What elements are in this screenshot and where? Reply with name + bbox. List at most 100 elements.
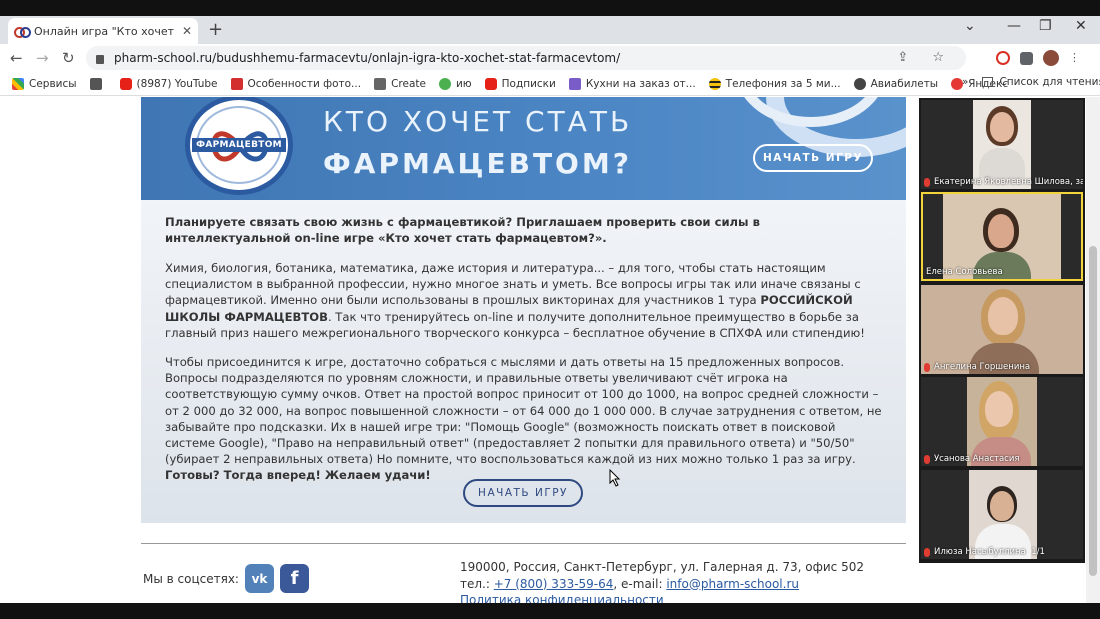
bookmark-item[interactable]: Кухни на заказ от... [568, 77, 696, 90]
participant-name: Елена Соловьева [926, 267, 1003, 277]
mouse-cursor-icon [609, 469, 621, 487]
reading-list-label: Список для чтения [999, 76, 1100, 88]
bookmark-item[interactable]: ию [438, 77, 472, 90]
bookmark-item[interactable]: Телефония за 5 ми... [708, 77, 841, 90]
address-bar-row: ← → ↻ pharm-school.ru/budushhemu-farmace… [0, 44, 1100, 72]
hero-title-line1: КТО ХОЧЕТ СТАТЬ [323, 105, 633, 138]
hero-title: КТО ХОЧЕТ СТАТЬ ФАРМАЦЕВТОМ? [323, 101, 632, 185]
profile-avatar[interactable] [1043, 50, 1059, 66]
extension-icons: ⋮ [996, 50, 1080, 66]
more-bookmarks-icon[interactable]: » [962, 76, 968, 88]
browser-menu-icon[interactable]: ⋮ [1069, 50, 1080, 66]
muted-mic-icon [924, 454, 930, 464]
globe-icon [853, 77, 866, 90]
email-label: , e-mail: [613, 576, 667, 591]
participant-tile[interactable]: Ангелина Горшенина [921, 285, 1083, 374]
bookmark-item[interactable]: Сервисы [12, 77, 77, 90]
participant-tile-active-speaker[interactable]: Елена Соловьева [921, 192, 1083, 281]
site-logo: ФАРМАЦЕВТОМ [185, 97, 293, 195]
footer-contacts: 190000, Россия, Санкт-Петербург, ул. Гал… [460, 559, 864, 603]
social-links: Мы в соцсетях: vk f [143, 564, 309, 593]
bookmark-label: Особенности фото... [247, 77, 362, 90]
start-game-button-top[interactable]: НАЧАТЬ ИГРУ [753, 144, 873, 172]
extension-shield-icon[interactable] [996, 51, 1010, 65]
social-label: Мы в соцсетях: [143, 571, 239, 586]
forward-button[interactable]: → [36, 49, 49, 67]
participant-video [967, 377, 1037, 466]
tab-close-icon[interactable]: ✕ [182, 24, 192, 38]
new-tab-button[interactable]: + [208, 19, 223, 40]
hero-banner: ФАРМАЦЕВТОМ КТО ХОЧЕТ СТАТЬ ФАРМАЦЕВТОМ?… [141, 97, 906, 200]
logo-text: ФАРМАЦЕВТОМ [192, 138, 286, 152]
text-span: Химия, биология, ботаника, математика, д… [165, 261, 861, 308]
bookmark-page-icon [89, 77, 102, 90]
reading-list[interactable]: » Список для чтения [962, 76, 1100, 88]
bookmark-label: ию [455, 77, 472, 90]
privacy-policy-link[interactable]: Политика конфиденциальности [460, 593, 664, 603]
name-text: Ангелина Горшенина [934, 362, 1031, 372]
bookmark-label: (8987) YouTube [136, 77, 218, 90]
close-window-button[interactable]: ✕ [1075, 18, 1087, 34]
page-scrollbar-thumb[interactable] [1089, 246, 1097, 576]
bookmark-item[interactable] [89, 77, 107, 90]
check-site-icon [438, 77, 451, 90]
extensions-puzzle-icon[interactable] [1020, 51, 1033, 65]
bookmark-label: Create [391, 77, 426, 90]
bookmark-label: Телефония за 5 ми... [725, 77, 841, 90]
participant-tile[interactable]: Екатерина Яковлевна Шилова, за... [921, 100, 1083, 189]
name-text: Екатерина Яковлевна Шилова, за... [934, 177, 1083, 187]
phone-link[interactable]: +7 (800) 333-59-64 [494, 577, 614, 591]
bookmark-item[interactable]: Подписки [484, 77, 556, 90]
browser-tab[interactable]: Онлайн игра "Кто хочет стать ф ✕ [8, 18, 198, 44]
bookmark-label: Авиабилеты [870, 77, 939, 90]
participant-video [973, 100, 1031, 189]
reload-button[interactable]: ↻ [62, 49, 75, 67]
participant-face [985, 391, 1013, 427]
participant-face [988, 214, 1014, 248]
name-text: Елена Соловьева [926, 267, 1003, 277]
participant-tile[interactable]: Илюза Насыбуллина 1/1 [921, 470, 1083, 559]
email-link[interactable]: info@pharm-school.ru [666, 577, 799, 591]
top-black-bar [0, 0, 1100, 16]
participants-page-indicator[interactable]: 1/1 [1031, 547, 1045, 557]
start-game-button[interactable]: НАЧАТЬ ИГРУ [463, 479, 583, 507]
bookmark-item[interactable]: (8987) YouTube [119, 77, 218, 90]
intro-paragraph: Планируете связать свою жизнь с фармацев… [165, 215, 760, 246]
tab-search-dropdown-icon[interactable]: ⌄ [964, 18, 976, 34]
rules-paragraph: Чтобы присоединится к игре, достаточно с… [165, 354, 885, 484]
participant-video [969, 470, 1037, 559]
text-span: Чтобы присоединится к игре, достаточно с… [165, 355, 882, 467]
minimize-button[interactable]: — [1007, 18, 1021, 34]
bookmark-item[interactable]: Create [374, 77, 426, 90]
participant-name: Усанова Анастасия [924, 454, 1019, 464]
share-and-bookmark-icons[interactable]: ⇪ ☆ [897, 50, 954, 65]
description-paragraph: Химия, биология, ботаника, математика, д… [165, 260, 885, 341]
footer-address: 190000, Россия, Санкт-Петербург, ул. Гал… [460, 560, 864, 574]
game-description: Планируете связать свою жизнь с фармацев… [141, 200, 906, 523]
create-icon [374, 77, 387, 90]
url-input[interactable]: pharm-school.ru/budushhemu-farmacevtu/on… [86, 46, 966, 70]
reading-list-icon [982, 77, 994, 87]
site-favicon-icon [14, 26, 31, 38]
participant-name: Илюза Насыбуллина 1/1 [924, 547, 1045, 557]
name-text: Усанова Анастасия [934, 454, 1020, 464]
restore-button[interactable]: ❐ [1039, 18, 1052, 34]
kitchen-site-icon [568, 77, 581, 90]
lock-icon[interactable] [96, 54, 104, 64]
apps-grid-icon [12, 77, 24, 90]
tab-strip: Онлайн игра "Кто хочет стать ф ✕ + ⌄ — ❐… [0, 16, 1100, 44]
video-call-panel: Екатерина Яковлевна Шилова, за... Елена … [919, 98, 1085, 563]
bookmark-item[interactable]: Авиабилеты [853, 77, 939, 90]
muted-mic-icon [924, 177, 930, 187]
participant-tile[interactable]: Усанова Анастасия [921, 377, 1083, 466]
youtube-icon [119, 77, 132, 90]
bookmark-label: Сервисы [29, 77, 77, 90]
tab-title: Онлайн игра "Кто хочет стать ф [34, 24, 178, 38]
muted-mic-icon [924, 547, 930, 557]
vk-icon[interactable]: vk [244, 564, 274, 593]
bookmark-item[interactable]: Особенности фото... [230, 77, 362, 90]
footer-divider [141, 543, 906, 544]
back-button[interactable]: ← [10, 49, 23, 67]
bottom-black-bar [0, 603, 1100, 619]
facebook-icon[interactable]: f [279, 564, 309, 593]
